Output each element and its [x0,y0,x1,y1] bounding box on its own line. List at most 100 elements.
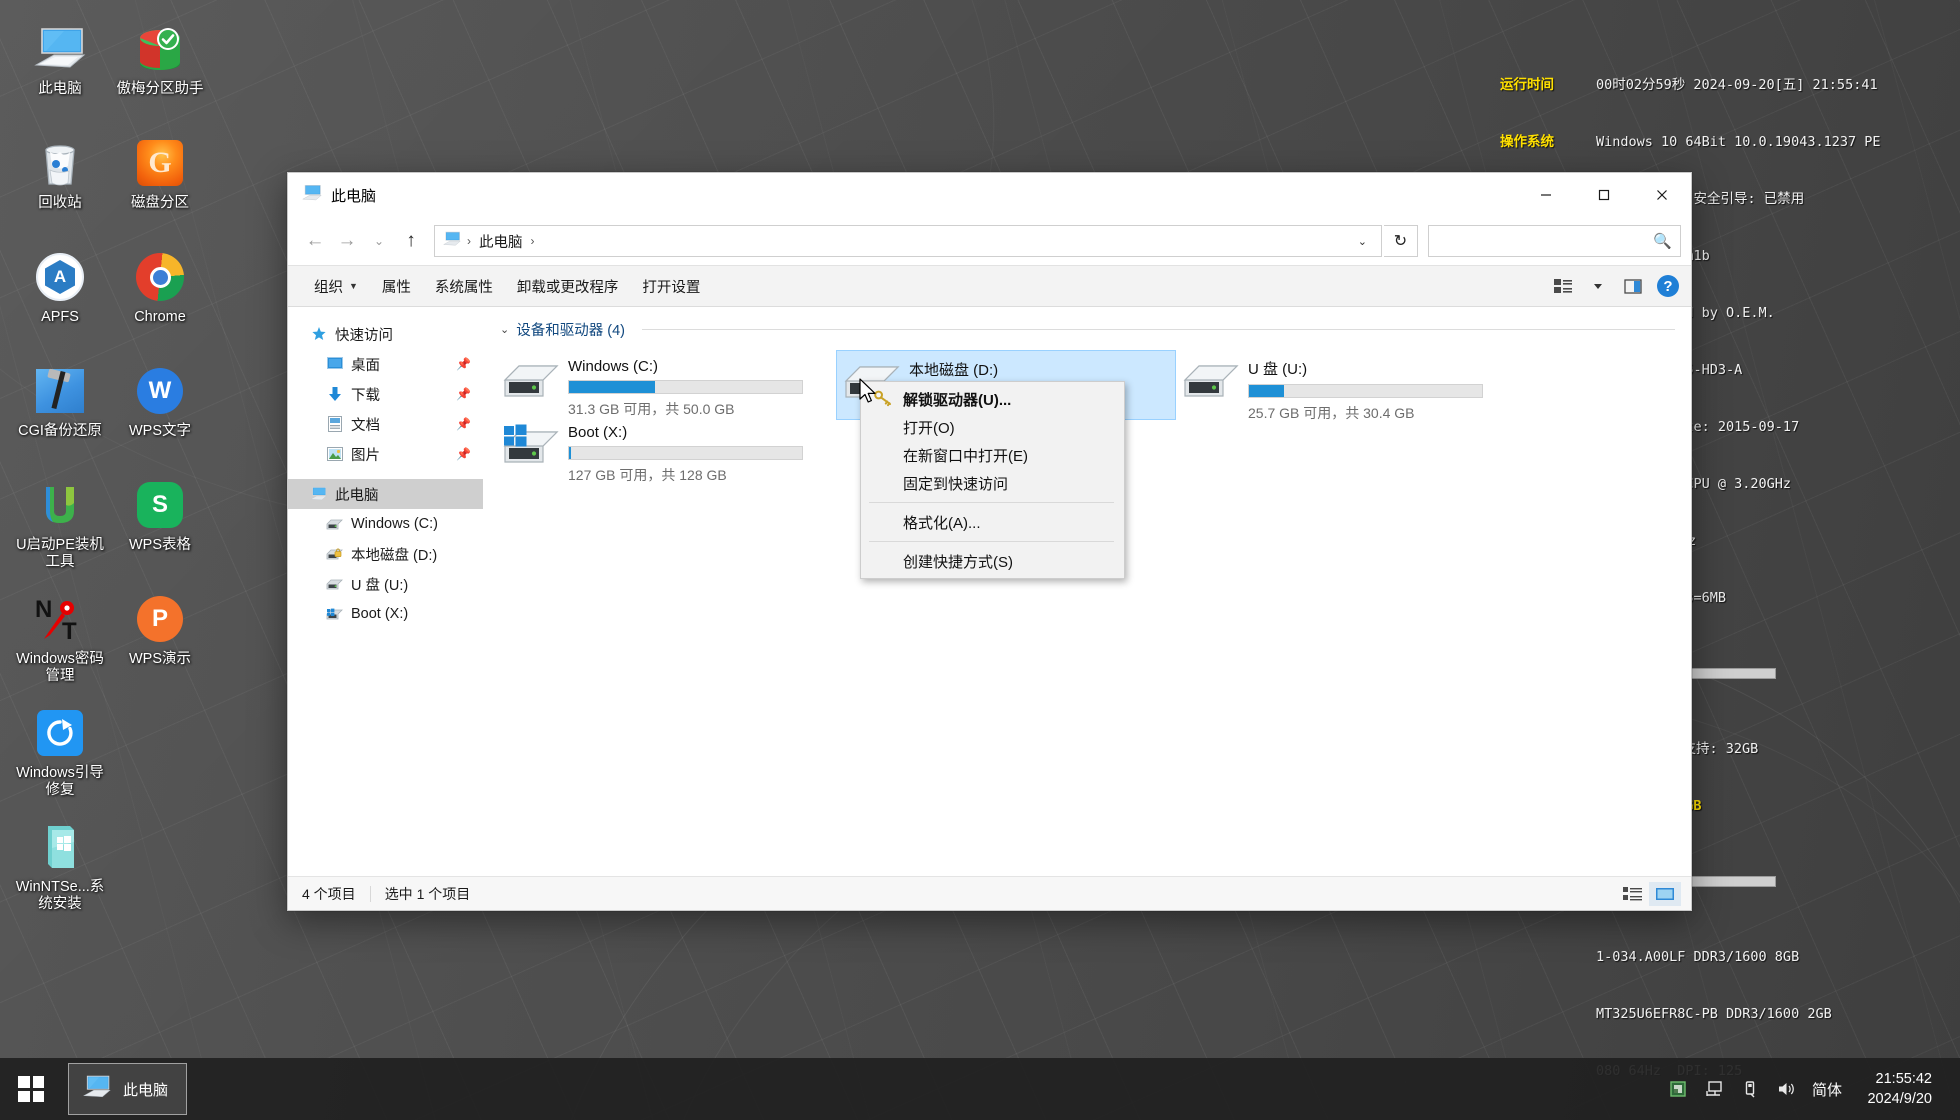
organize-menu-button[interactable]: 组织 ▼ [302,271,370,302]
context-menu[interactable]: 解锁驱动器(U)... 打开(O) 在新窗口中打开(E) 固定到快速访问 格式化… [860,381,1125,579]
windows-logo-icon [18,1076,44,1102]
desktop-icon-wps-spreadsheet[interactable]: S WPS表格 [110,472,210,580]
recent-locations-icon[interactable]: ⌄ [364,225,394,257]
system-properties-button[interactable]: 系统属性 [423,271,505,302]
refresh-button[interactable]: ↻ [1384,225,1418,257]
uninstall-change-program-button[interactable]: 卸载或更改程序 [505,271,631,302]
taskbar-item-label: 此电脑 [123,1081,169,1099]
drive-tile-text: Windows (C:) 31.3 GB 可用，共 50.0 GB [568,356,828,419]
desktop-icon-this-pc[interactable]: 此电脑 [10,16,110,124]
desktop-icon-label: WinNTSe...系统安装 [15,879,105,912]
volume-icon[interactable] [1768,1058,1804,1120]
pin-icon[interactable]: 📌 [456,387,471,401]
svg-text:T: T [62,618,77,643]
sidebar-item-this-pc[interactable]: 此电脑 [288,479,483,509]
view-options-chevron-icon[interactable] [1581,274,1616,299]
sysinfo-row: 操作系统 Windows 10 64Bit 10.0.19043.1237 PE [1500,133,1960,152]
search-input[interactable]: 🔍 [1428,225,1681,257]
wps-writer-icon: W [133,364,187,418]
desktop-icon-wps-writer[interactable]: W WPS文字 [110,358,210,466]
sidebar-label: 此电脑 [335,487,379,504]
address-dropdown-icon[interactable]: ⌄ [1348,235,1377,248]
desktop-icon-apfs[interactable]: A APFS [10,244,110,352]
usb-eject-icon[interactable] [1732,1058,1768,1120]
group-header-devices-and-drives[interactable]: ⌄ 设备和驱动器 (4) [496,319,1691,340]
context-menu-item-pin-to-quick-access[interactable]: 固定到快速访问 [861,469,1124,497]
drive-tile-windows-c[interactable]: Windows (C:) 31.3 GB 可用，共 50.0 GB [496,350,836,420]
sidebar-item-drive-d[interactable]: 本地磁盘 (D:) [288,539,483,569]
windows-boot-repair-icon [33,706,87,760]
taskbar[interactable]: 此电脑 简体 21:55:42 2024/9/20 [0,1058,1960,1120]
desktop-icon-chrome[interactable]: Chrome [110,244,210,352]
ime-indicator[interactable]: 简体 [1804,1079,1854,1100]
up-button[interactable]: ↑ [396,225,426,257]
context-menu-label: 固定到快速访问 [903,475,1009,493]
change-view-button[interactable] [1546,274,1581,299]
taskbar-item-this-pc[interactable]: 此电脑 [68,1063,188,1115]
desktop-icon-label: WPS文字 [128,423,192,439]
help-button[interactable]: ? [1657,275,1679,297]
sidebar-item-downloads[interactable]: 下载 📌 [288,379,483,409]
pin-icon[interactable]: 📌 [456,417,471,431]
desktop-icon-row: Windows引导修复 [10,700,220,814]
desktop-icon-aomei[interactable]: 傲梅分区助手 [110,16,210,124]
desktop-icon-windows-boot-repair[interactable]: Windows引导修复 [10,700,110,808]
this-pc-icon [302,184,322,206]
minimize-button[interactable] [1517,173,1575,217]
cgi-backup-restore-icon [33,364,87,418]
context-menu-item-unlock-drive[interactable]: 解锁驱动器(U)... [861,385,1124,413]
preview-pane-button[interactable] [1616,274,1651,299]
back-button[interactable]: ← [300,225,330,257]
drive-capacity-bar [1248,384,1483,398]
open-settings-button[interactable]: 打开设置 [630,271,712,302]
desktop-icon-diskgenius[interactable]: G 磁盘分区 [110,130,210,238]
download-icon [326,386,343,403]
forward-button[interactable]: → [332,225,362,257]
close-button[interactable] [1633,173,1691,217]
title-bar[interactable]: 此电脑 [288,173,1691,217]
sidebar-item-drive-u[interactable]: U 盘 (U:) [288,569,483,599]
network-icon[interactable] [1696,1058,1732,1120]
start-button[interactable] [0,1058,62,1120]
mouse-cursor-icon [859,378,876,403]
window-controls [1517,173,1691,217]
hard-drive-icon [502,356,560,408]
maximize-button[interactable] [1575,173,1633,217]
desktop-icon-row: A APFS Chrome [10,244,220,358]
sidebar-item-drive-x[interactable]: Boot (X:) [288,599,483,629]
context-menu-item-format[interactable]: 格式化(A)... [861,508,1124,536]
pin-icon[interactable]: 📌 [456,357,471,371]
sidebar-item-quick-access[interactable]: 快速访问 [288,319,483,349]
sidebar-label: U 盘 (U:) [351,577,409,594]
context-menu-item-open[interactable]: 打开(O) [861,413,1124,441]
group-title: 设备和驱动器 (4) [516,323,625,339]
this-pc-icon [443,231,461,251]
context-menu-item-open-in-new-window[interactable]: 在新窗口中打开(E) [861,441,1124,469]
address-bar[interactable]: › 此电脑 › ⌄ [434,225,1382,257]
desktop-icon-uqi-pe[interactable]: U启动PE装机工具 [10,472,110,580]
context-menu-item-create-shortcut[interactable]: 创建快捷方式(S) [861,547,1124,575]
pin-icon[interactable]: 📌 [456,447,471,461]
desktop-icon-winntsetup[interactable]: WinNTSe...系统安装 [10,814,110,922]
pictures-icon [326,446,343,463]
desktop-icon-recycle-bin[interactable]: 回收站 [10,130,110,238]
drive-tile-boot-x[interactable]: Boot (X:) 127 GB 可用，共 128 GB [496,416,836,486]
desktop-icon-cgi-backup[interactable]: CGI备份还原 [10,358,110,466]
breadcrumb-this-pc[interactable]: 此电脑 [477,231,525,252]
sidebar-item-pictures[interactable]: 图片 📌 [288,439,483,469]
clock[interactable]: 21:55:42 2024/9/20 [1854,1069,1950,1109]
cpu-meter-icon[interactable] [1660,1058,1696,1120]
sidebar-item-desktop[interactable]: 桌面 📌 [288,349,483,379]
sidebar-item-documents[interactable]: 文档 📌 [288,409,483,439]
drive-tile-usb-u[interactable]: U 盘 (U:) 25.7 GB 可用，共 30.4 GB [1176,350,1516,421]
details-view-button[interactable] [1617,882,1649,906]
search-icon: 🔍 [1653,233,1672,250]
sidebar-item-drive-c[interactable]: Windows (C:) [288,509,483,539]
chevron-down-icon[interactable]: ⌄ [500,323,509,336]
desktop-icon-windows-password-manager[interactable]: N T Windows密码管理 [10,586,110,694]
properties-button[interactable]: 属性 [370,271,423,302]
breadcrumb-separator-icon[interactable]: › [529,234,537,248]
large-icons-view-button[interactable] [1649,881,1681,906]
desktop-icon-wps-presentation[interactable]: P WPS演示 [110,586,210,694]
